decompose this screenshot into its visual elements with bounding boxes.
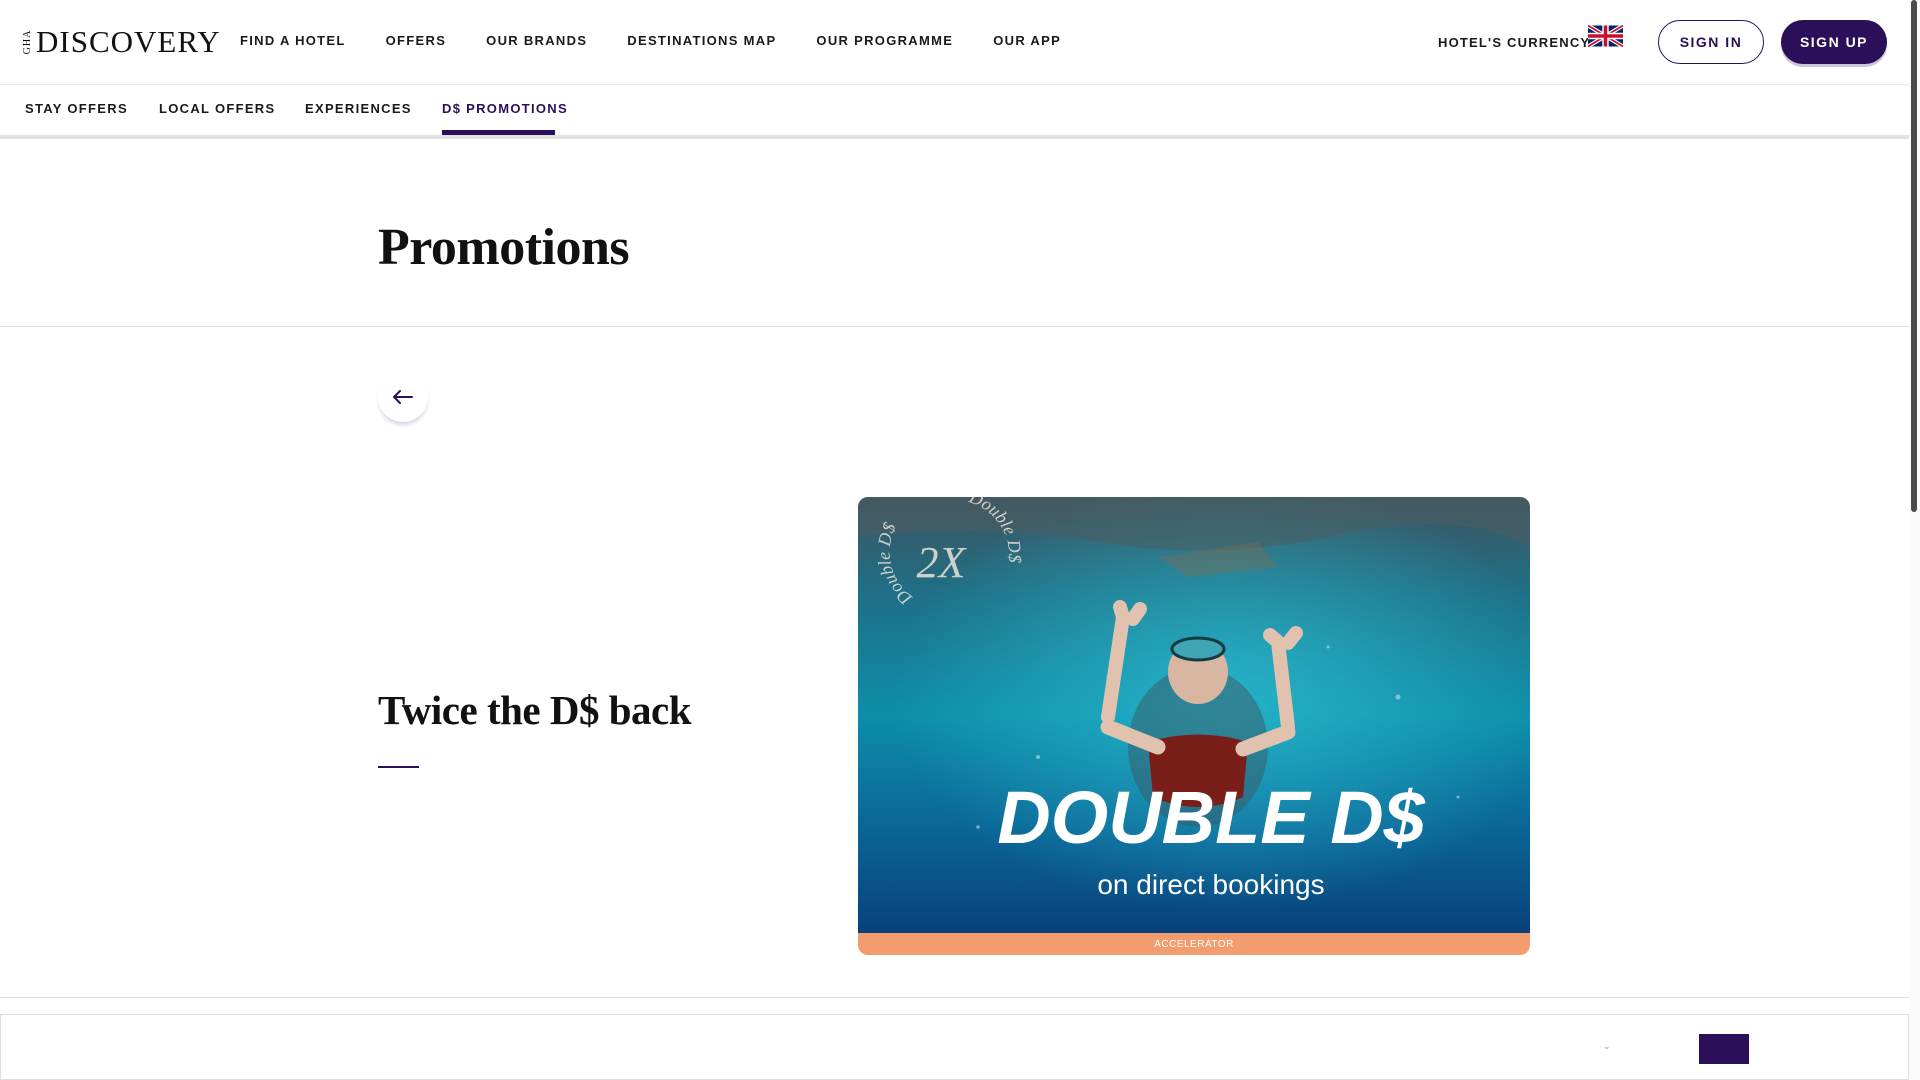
promotion-image: 2X Double D$ Double D$ DOUBLE D$ on dire…	[858, 497, 1530, 933]
site-header: GHA DISCOVERY FIND A HOTEL OFFERS OUR BR…	[0, 0, 1909, 85]
currency-selector[interactable]: HOTEL'S CURRENCY	[1438, 35, 1590, 50]
title-underline	[378, 766, 419, 768]
bottom-bar: ⌄	[0, 1014, 1909, 1080]
offers-subnav: STAY OFFERS LOCAL OFFERS EXPERIENCES D$ …	[0, 85, 1909, 139]
nav-find-a-hotel[interactable]: FIND A HOTEL	[240, 33, 346, 48]
uk-flag-icon[interactable]	[1588, 25, 1623, 47]
main-navigation: FIND A HOTEL OFFERS OUR BRANDS DESTINATI…	[240, 33, 1101, 48]
tab-local-offers[interactable]: LOCAL OFFERS	[159, 101, 275, 116]
back-button[interactable]	[378, 372, 428, 422]
arrow-left-icon	[393, 390, 413, 404]
active-tab-indicator	[442, 130, 555, 135]
svg-text:2X: 2X	[917, 538, 968, 587]
promotion-title: Twice the D$ back	[378, 687, 692, 733]
divider	[0, 326, 1909, 327]
tab-ds-promotions[interactable]: D$ PROMOTIONS	[442, 101, 568, 116]
logo-gha-text: GHA	[22, 29, 33, 55]
nav-our-app[interactable]: OUR APP	[993, 33, 1061, 48]
logo-discovery-text: DISCOVERY	[36, 24, 221, 59]
image-subline: on direct bookings	[1097, 869, 1324, 900]
chevron-down-icon[interactable]: ⌄	[1603, 1041, 1611, 1052]
nav-our-brands[interactable]: OUR BRANDS	[486, 33, 587, 48]
nav-offers[interactable]: OFFERS	[386, 33, 447, 48]
image-headline: DOUBLE D$	[997, 776, 1425, 859]
promotion-card[interactable]: 2X Double D$ Double D$ DOUBLE D$ on dire…	[858, 497, 1530, 955]
nav-destinations-map[interactable]: DESTINATIONS MAP	[627, 33, 776, 48]
divider	[0, 997, 1909, 998]
tab-stay-offers[interactable]: STAY OFFERS	[25, 101, 128, 116]
scrollbar-thumb[interactable]	[1911, 0, 1917, 512]
sign-in-button[interactable]: SIGN IN	[1658, 20, 1764, 64]
promotion-category-tag: ACCELERATOR	[858, 933, 1530, 955]
bottom-bar-button[interactable]	[1699, 1034, 1749, 1064]
gha-discovery-logo[interactable]: GHA DISCOVERY	[22, 24, 221, 59]
page-title: Promotions	[378, 219, 630, 276]
nav-our-programme[interactable]: OUR PROGRAMME	[816, 33, 953, 48]
tab-experiences[interactable]: EXPERIENCES	[305, 101, 412, 116]
sign-up-button[interactable]: SIGN UP	[1781, 20, 1887, 64]
